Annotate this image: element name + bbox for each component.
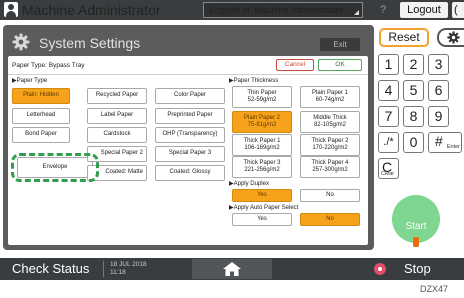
key-2[interactable]: 2 xyxy=(403,54,424,75)
key-5[interactable]: 5 xyxy=(403,80,424,101)
highlight-callout xyxy=(11,153,99,182)
paper-thickness-option[interactable]: Thick Paper 1 106-169g/m2 xyxy=(232,134,292,156)
paper-type-option[interactable]: Preprinted Paper xyxy=(155,108,225,124)
key-3[interactable]: 3 xyxy=(428,54,449,75)
login-user-name: Machine Administrator xyxy=(22,2,161,18)
start-button[interactable]: Start xyxy=(392,195,440,243)
key-0[interactable]: 0 xyxy=(403,132,424,153)
panel-title: System Settings xyxy=(39,35,141,51)
clear-label: Clear xyxy=(381,171,395,177)
key-hash-enter[interactable]: # Enter xyxy=(428,132,462,153)
check-status-button[interactable]: Check Status xyxy=(12,260,100,278)
paper-type-option[interactable]: Plain: Hidden xyxy=(12,88,70,104)
auto-select-no-button[interactable]: No xyxy=(300,213,360,226)
help-icon[interactable]: ? xyxy=(370,2,396,18)
paper-type-option[interactable]: Recycled Paper xyxy=(87,88,147,104)
home-icon xyxy=(223,262,241,276)
paper-type-option[interactable]: Bond Paper xyxy=(12,127,70,143)
enter-label: Enter xyxy=(446,144,460,150)
stop-icon xyxy=(374,263,386,275)
power-icon[interactable]: ( xyxy=(452,2,464,18)
paper-type-option[interactable]: Color Paper xyxy=(155,88,225,104)
paper-thickness-option[interactable]: Thick Paper 3 221-256g/m2 xyxy=(232,156,292,178)
paper-thickness-option[interactable]: Thin Paper 52-59g/m2 xyxy=(232,86,292,108)
key-6[interactable]: 6 xyxy=(428,80,449,101)
apply-duplex-label: ▶Apply Duplex xyxy=(229,181,269,187)
paper-thickness-section-label: ▶Paper Thickness xyxy=(229,78,279,84)
gear-icon xyxy=(12,33,30,51)
key-4[interactable]: 4 xyxy=(378,80,399,101)
auto-select-yes-button[interactable]: Yes xyxy=(232,213,292,226)
paper-thickness-option[interactable]: Thick Paper 2 170-220g/m2 xyxy=(300,134,360,156)
user-icon xyxy=(4,2,18,17)
key-7[interactable]: 7 xyxy=(378,106,399,127)
key-8[interactable]: 8 xyxy=(403,106,424,127)
date-time: 18 JUL 2018 11:18 xyxy=(110,261,147,276)
corner-triangle-icon xyxy=(354,10,359,15)
image-code: DZX47 xyxy=(420,284,449,294)
paper-thickness-option[interactable]: Plain Paper 2 75-81g/m2 xyxy=(232,111,292,133)
gear-icon xyxy=(447,31,460,44)
login-status: Logged in: Machine Administrator xyxy=(203,2,363,18)
settings-key[interactable] xyxy=(437,28,464,47)
divider xyxy=(8,74,368,75)
cancel-button[interactable]: Cancel xyxy=(276,59,314,71)
paper-type-option[interactable]: Cardstock xyxy=(87,127,147,143)
key-dot-star[interactable]: ./* xyxy=(378,132,399,153)
paper-type-option[interactable]: Special Paper 3 xyxy=(155,146,225,162)
paper-type-option[interactable]: OHP (Transparency) xyxy=(155,127,225,143)
paper-thickness-option[interactable]: Middle Thick 82-105g/m2 xyxy=(300,111,360,133)
paper-thickness-option[interactable]: Thick Paper 4 257-300g/m2 xyxy=(300,156,360,178)
paper-type-option[interactable]: Label Paper xyxy=(87,108,147,124)
auto-paper-select-label: ▶Apply Auto Paper Select xyxy=(229,205,299,211)
paper-type-option[interactable]: Letterhead xyxy=(12,108,70,124)
hash-symbol: # xyxy=(435,133,443,149)
key-9[interactable]: 9 xyxy=(428,106,449,127)
paper-thickness-option[interactable]: Plain Paper 1 60-74g/m2 xyxy=(300,86,360,108)
home-button[interactable] xyxy=(192,259,272,279)
clear-key[interactable]: C Clear xyxy=(378,158,399,179)
start-indicator-light xyxy=(413,237,419,247)
paper-type-header: Paper Type: Bypass Tray xyxy=(12,62,85,69)
login-status-text: Logged in: Machine Administrator xyxy=(210,5,344,15)
stop-button[interactable]: Stop xyxy=(404,260,460,278)
bar-separator xyxy=(103,261,104,277)
ok-button[interactable]: OK xyxy=(318,59,362,71)
paper-type-section-label: ▶Paper Type xyxy=(12,78,48,84)
duplex-yes-button[interactable]: Yes xyxy=(232,189,292,202)
paper-type-option[interactable]: Coated: Glossy xyxy=(155,165,225,181)
key-1[interactable]: 1 xyxy=(378,54,399,75)
reset-button[interactable]: Reset xyxy=(379,28,429,47)
logout-button[interactable]: Logout xyxy=(400,2,448,18)
duplex-no-button[interactable]: No xyxy=(300,189,360,202)
exit-button[interactable]: Exit xyxy=(320,38,360,51)
